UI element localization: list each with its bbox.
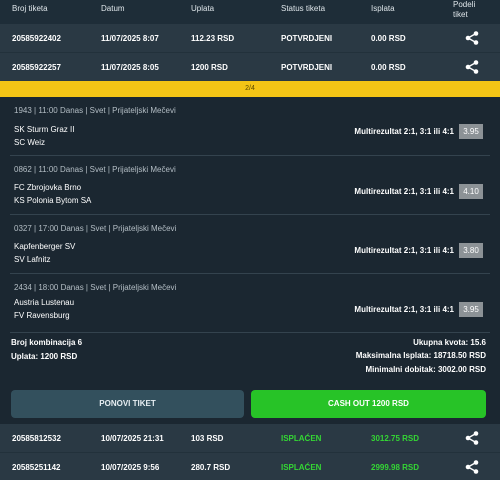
- match-pick: Multirezultat 2:1, 3:1 ili 4:1: [354, 127, 454, 136]
- table-row[interactable]: 20585922402 11/07/2025 8:07 112.23 RSD P…: [0, 24, 500, 52]
- ticket-id: 20585812532: [12, 434, 61, 443]
- ticket-status: ISPLAĆEN: [281, 463, 322, 472]
- match-odds: 3.95: [459, 124, 483, 139]
- header-ticket-id: Broj tiketa: [12, 4, 48, 13]
- match-odds: 3.80: [459, 243, 483, 258]
- cash-out-button[interactable]: CASH OUT 1200 RSD: [251, 390, 486, 418]
- divider: [10, 332, 490, 333]
- header-share-line2: tiket: [453, 10, 468, 19]
- total-odds: Ukupna kvota: 15.6: [413, 338, 486, 347]
- max-payout: Maksimalna Isplata: 18718.50 RSD: [355, 351, 486, 360]
- ticket-id: 20585251142: [12, 463, 61, 472]
- share-icon[interactable]: [465, 460, 479, 474]
- ticket-payment: 103 RSD: [191, 434, 224, 443]
- match-item: 0862 | 11:00 Danas | Svet | Prijateljski…: [0, 156, 500, 214]
- summary-payment: Uplata: 1200 RSD: [11, 352, 78, 361]
- match-meta: 1943 | 11:00 Danas | Svet | Prijateljski…: [14, 106, 176, 115]
- combinations-count: Broj kombinacija 6: [11, 338, 83, 347]
- table-header: Broj tiketa Datum Uplata Status tiketa I…: [0, 0, 500, 24]
- table-row[interactable]: 20585251142 10/07/2025 9:56 280.7 RSD IS…: [0, 452, 500, 480]
- ticket-status: POTVRDJENI: [281, 34, 333, 43]
- match-away-team: KS Polonia Bytom SA: [14, 196, 92, 205]
- table-row[interactable]: 20585922257 11/07/2025 8:05 1200 RSD POT…: [0, 52, 500, 81]
- match-item: 0327 | 17:00 Danas | Svet | Prijateljski…: [0, 215, 500, 273]
- match-meta: 0862 | 11:00 Danas | Svet | Prijateljski…: [14, 165, 176, 174]
- share-icon[interactable]: [465, 31, 479, 45]
- header-payout: Isplata: [371, 4, 395, 13]
- header-payment: Uplata: [191, 4, 215, 13]
- match-odds: 4.10: [459, 184, 483, 199]
- share-icon[interactable]: [465, 60, 479, 74]
- match-meta: 0327 | 17:00 Danas | Svet | Prijateljski…: [14, 224, 177, 233]
- ticket-id: 20585922402: [12, 34, 61, 43]
- match-home-team: FC Zbrojovka Brno: [14, 183, 82, 192]
- min-win: Minimalni dobitak: 3002.00 RSD: [365, 365, 486, 374]
- share-icon[interactable]: [465, 431, 479, 445]
- ticket-status: POTVRDJENI: [281, 63, 333, 72]
- ticket-payout: 0.00 RSD: [371, 63, 406, 72]
- match-item: 2434 | 18:00 Danas | Svet | Prijateljski…: [0, 274, 500, 332]
- table-row[interactable]: 20585812532 10/07/2025 21:31 103 RSD ISP…: [0, 424, 500, 452]
- ticket-payment: 112.23 RSD: [191, 34, 235, 43]
- ticket-payment: 280.7 RSD: [191, 463, 231, 472]
- match-home-team: Kapfenberger SV: [14, 242, 76, 251]
- match-item: 1943 | 11:00 Danas | Svet | Prijateljski…: [0, 97, 500, 155]
- match-meta: 2434 | 18:00 Danas | Svet | Prijateljski…: [14, 283, 177, 292]
- match-away-team: FV Ravensburg: [14, 311, 70, 320]
- header-date: Datum: [101, 4, 125, 13]
- ticket-date: 11/07/2025 8:05: [101, 63, 159, 72]
- ticket-detail-panel: 1943 | 11:00 Danas | Svet | Prijateljski…: [0, 97, 500, 382]
- match-away-team: SC Weiz: [14, 138, 45, 147]
- match-home-team: SK Sturm Graz II: [14, 125, 75, 134]
- ticket-date: 10/07/2025 21:31: [101, 434, 164, 443]
- ticket-payment: 1200 RSD: [191, 63, 228, 72]
- match-pick: Multirezultat 2:1, 3:1 ili 4:1: [354, 246, 454, 255]
- ticket-date: 10/07/2025 9:56: [101, 463, 160, 472]
- ticket-date: 11/07/2025 8:07: [101, 34, 159, 43]
- ticket-payout: 0.00 RSD: [371, 34, 406, 43]
- page-indicator: 2/4: [0, 81, 500, 97]
- match-pick: Multirezultat 2:1, 3:1 ili 4:1: [354, 305, 454, 314]
- ticket-payout: 3012.75 RSD: [371, 434, 420, 443]
- ticket-id: 20585922257: [12, 63, 61, 72]
- repeat-ticket-button[interactable]: PONOVI TIKET: [11, 390, 244, 418]
- match-odds: 3.95: [459, 302, 483, 317]
- ticket-payout: 2999.98 RSD: [371, 463, 420, 472]
- header-share-line1: Podeli: [453, 0, 476, 9]
- header-status: Status tiketa: [281, 4, 326, 13]
- match-pick: Multirezultat 2:1, 3:1 ili 4:1: [354, 187, 454, 196]
- ticket-status: ISPLAĆEN: [281, 434, 322, 443]
- match-home-team: Austria Lustenau: [14, 298, 75, 307]
- match-away-team: SV Lafnitz: [14, 255, 51, 264]
